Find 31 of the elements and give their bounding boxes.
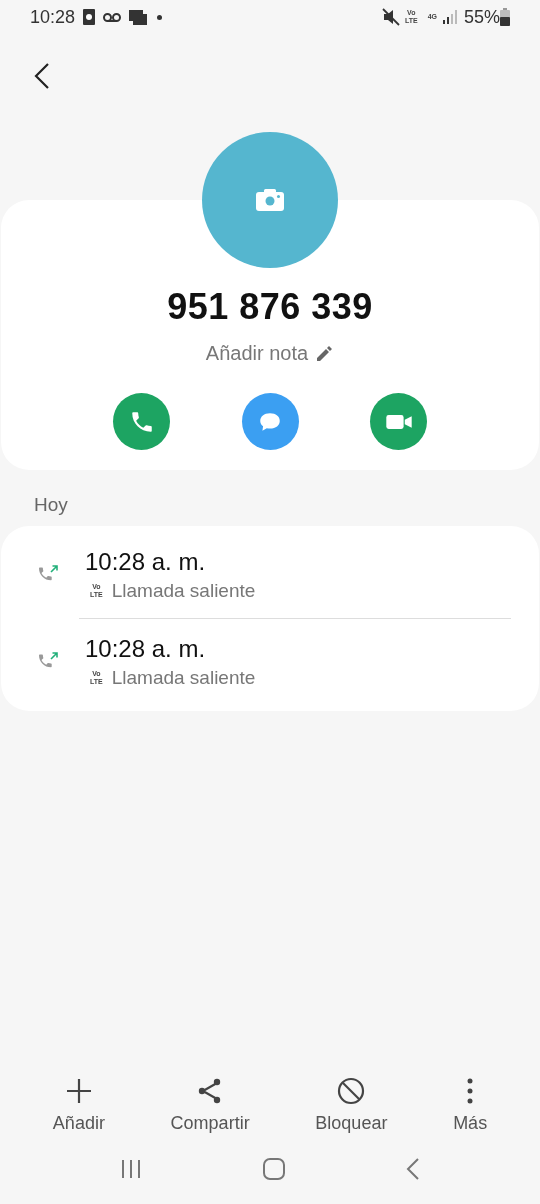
block-button[interactable]: Bloquear	[309, 1077, 394, 1134]
battery-percent: 55%	[463, 6, 500, 28]
add-button[interactable]: Añadir	[46, 1077, 111, 1134]
signal-icon	[441, 9, 458, 25]
video-button[interactable]	[370, 393, 427, 450]
phone-number: 951 876 339	[167, 286, 373, 328]
block-icon	[337, 1077, 366, 1105]
camera-icon	[255, 188, 285, 212]
call-type: Llamada saliente	[111, 667, 256, 689]
call-type: Llamada saliente	[111, 580, 256, 602]
message-button[interactable]	[241, 393, 299, 450]
back-icon[interactable]	[406, 1157, 420, 1181]
battery-icon	[500, 8, 510, 26]
call-time: 10:28 a. m.	[85, 548, 207, 576]
clock-app-icon	[83, 9, 96, 25]
dot-icon	[157, 14, 163, 20]
share-button[interactable]: Compartir	[164, 1077, 256, 1134]
voicemail-icon	[103, 12, 122, 22]
more-button[interactable]: Más	[447, 1077, 494, 1134]
mute-icon	[381, 8, 400, 26]
section-heading: Hoy	[33, 493, 69, 517]
plus-icon	[64, 1077, 93, 1105]
status-time: 10:28	[30, 6, 76, 28]
more-icon	[466, 1077, 475, 1105]
pencil-icon	[314, 343, 335, 364]
add-note-link[interactable]: Añadir nota	[205, 342, 309, 365]
home-icon[interactable]	[262, 1157, 286, 1181]
call-button[interactable]	[113, 393, 170, 450]
call-time: 10:28 a. m.	[85, 635, 207, 663]
recent-apps-icon[interactable]	[120, 1159, 142, 1179]
chat-icon	[129, 9, 148, 25]
